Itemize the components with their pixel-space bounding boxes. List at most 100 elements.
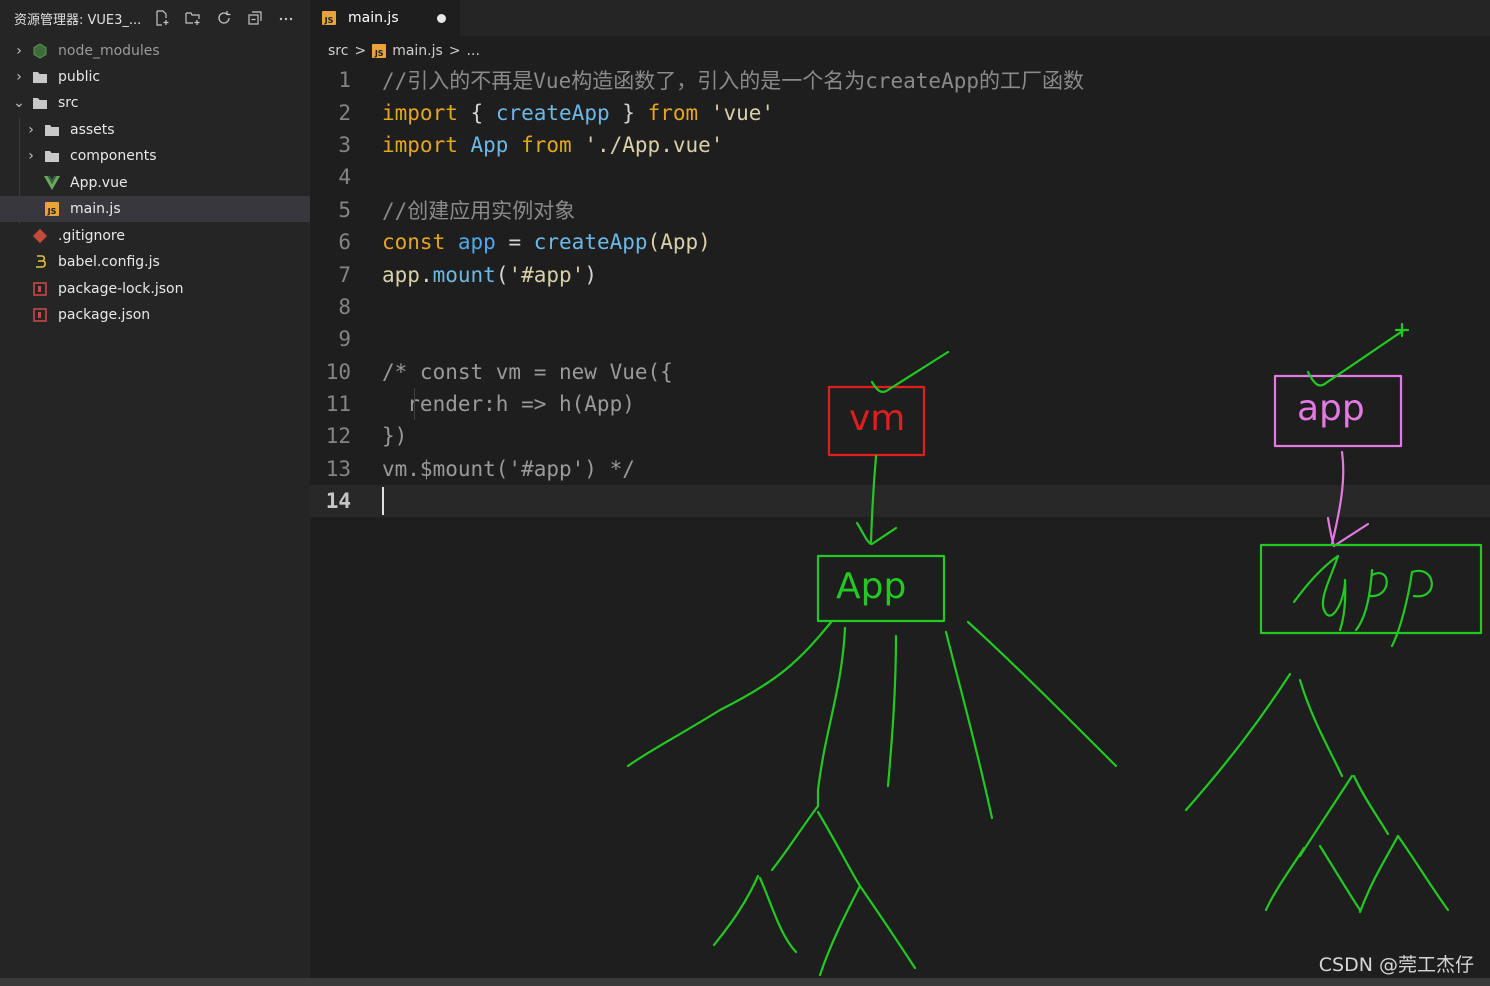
indent-guide — [414, 387, 415, 420]
editor-area: JS main.js src > JS main.js > ... 1 //引入… — [310, 0, 1490, 978]
tree-item-label: src — [58, 95, 79, 111]
tree-item-label: App.vue — [70, 175, 128, 191]
explorer-title: 资源管理器: VUE3_... — [14, 12, 142, 28]
line-number: 3 — [338, 132, 351, 157]
token-string: './App.vue' — [584, 132, 724, 157]
tree-item-label: node_modules — [58, 43, 160, 59]
tree-item-package-lock[interactable]: package-lock.json — [0, 276, 342, 302]
code-line: 3 import App from './App.vue' — [310, 129, 1490, 161]
tree-item-app-vue[interactable]: App.vue — [0, 170, 354, 196]
breadcrumb-file[interactable]: main.js — [392, 43, 443, 59]
tree-item-label: package-lock.json — [58, 281, 184, 297]
token-operator: = — [495, 230, 534, 255]
code-comment: //创建应用实例对象 — [382, 198, 576, 223]
js-file-icon: JS — [372, 44, 387, 58]
explorer-header: 资源管理器: VUE3_... — [0, 0, 310, 36]
tree-item-gitignore[interactable]: .gitignore — [0, 223, 342, 249]
tree-item-src[interactable]: ⌄ src — [0, 90, 322, 116]
tree-item-label: babel.config.js — [58, 254, 160, 270]
tree-item-label: package.json — [58, 307, 151, 323]
git-file-icon — [32, 228, 48, 244]
code-comment: }) — [382, 424, 408, 449]
code-line-current: 14 — [310, 485, 1490, 518]
tab-main-js[interactable]: JS main.js — [310, 0, 460, 36]
line-number: 12 — [325, 424, 351, 449]
unsaved-dot-icon[interactable] — [437, 13, 446, 23]
node-modules-folder-icon — [32, 43, 48, 59]
js-file-icon: JS — [322, 11, 336, 25]
text-cursor — [382, 487, 384, 516]
tree-item-babel-config[interactable]: babel.config.js — [0, 249, 342, 275]
explorer-sidebar: 资源管理器: VUE3_... › node_modules › public — [0, 0, 354, 978]
code-line: 4 — [310, 161, 1490, 193]
tree-item-components[interactable]: › components — [0, 143, 334, 169]
breadcrumb-separator: > — [448, 43, 461, 59]
app-component-label: App — [836, 566, 907, 607]
code-comment: vm.$mount('#app') */ — [382, 456, 635, 481]
tree-item-assets[interactable]: › assets — [0, 117, 334, 143]
breadcrumb-separator: > — [354, 43, 367, 59]
token-keyword: const — [382, 230, 446, 255]
line-number: 5 — [338, 197, 351, 222]
code-line: 13 vm.$mount('#app') */ — [310, 453, 1490, 485]
line-number: 13 — [325, 456, 351, 481]
vm-label: vm — [849, 398, 906, 439]
token-identifier: app — [457, 230, 496, 255]
tree-item-node-modules[interactable]: › node_modules — [0, 38, 322, 64]
token-string: '#app' — [508, 262, 585, 287]
code-line: 5 //创建应用实例对象 — [310, 194, 1490, 226]
code-line: 6 const app = createApp (App) — [310, 226, 1490, 258]
token-identifier: App — [470, 132, 509, 157]
tree-item-public[interactable]: › public — [0, 64, 322, 90]
code-line: 8 — [310, 291, 1490, 323]
chevron-down-icon: ⌄ — [13, 95, 25, 111]
chevron-right-icon: › — [16, 69, 22, 85]
line-number: 10 — [325, 359, 351, 384]
app-instance-label: app — [1297, 388, 1365, 429]
refresh-icon[interactable] — [213, 7, 235, 29]
token-keyword: import — [382, 100, 458, 125]
code-editor[interactable]: 1 //引入的不再是Vue构造函数了，引入的是一个名为createApp的工厂函… — [310, 64, 1490, 518]
tree-item-label: .gitignore — [58, 228, 125, 244]
chevron-right-icon: › — [28, 122, 34, 138]
token-keyword: from — [521, 132, 572, 157]
token-punct: . — [419, 262, 433, 287]
line-number: 14 — [325, 489, 351, 514]
token-punct: ) — [584, 262, 597, 287]
token-punct: { — [470, 100, 496, 125]
code-comment: /* const vm = new Vue({ — [382, 359, 673, 384]
line-number: 1 — [338, 68, 351, 93]
tab-bar: JS main.js — [310, 0, 1490, 36]
token-string: 'vue' — [710, 100, 775, 125]
more-actions-icon[interactable] — [275, 7, 297, 29]
line-number: 6 — [338, 230, 351, 255]
line-number: 9 — [338, 327, 351, 352]
collapse-all-icon[interactable] — [244, 7, 266, 29]
new-file-icon[interactable] — [151, 7, 173, 29]
status-bar — [0, 978, 1490, 986]
breadcrumb-more[interactable]: ... — [467, 43, 480, 59]
code-line: 9 — [310, 323, 1490, 355]
breadcrumb: src > JS main.js > ... — [310, 36, 1490, 66]
folder-icon — [44, 122, 60, 138]
folder-open-icon — [32, 95, 48, 111]
code-line: 2 import { createApp } from 'vue' — [310, 96, 1490, 128]
tree-item-label: public — [58, 69, 101, 85]
new-folder-icon[interactable] — [182, 7, 204, 29]
token-function: createApp — [533, 230, 648, 255]
code-line: 10 /* const vm = new Vue({ — [310, 356, 1490, 388]
tree-item-package-json[interactable]: package.json — [0, 302, 342, 328]
token-args: (App) — [647, 230, 711, 255]
tab-label: main.js — [348, 10, 399, 26]
folder-icon — [32, 69, 48, 85]
line-number: 8 — [338, 294, 351, 319]
breadcrumb-folder[interactable]: src — [328, 43, 348, 59]
token-punct: ( — [495, 262, 509, 287]
code-comment: //引入的不再是Vue构造函数了，引入的是一个名为createApp的工厂函数 — [382, 69, 1085, 94]
tree-item-main-js[interactable]: JS main.js — [0, 196, 354, 222]
code-line: 7 app. mount('#app') — [310, 258, 1490, 290]
tree-item-label: assets — [70, 122, 115, 138]
folder-icon — [44, 148, 60, 164]
line-number: 2 — [338, 100, 351, 125]
token-identifier: app — [382, 262, 420, 287]
